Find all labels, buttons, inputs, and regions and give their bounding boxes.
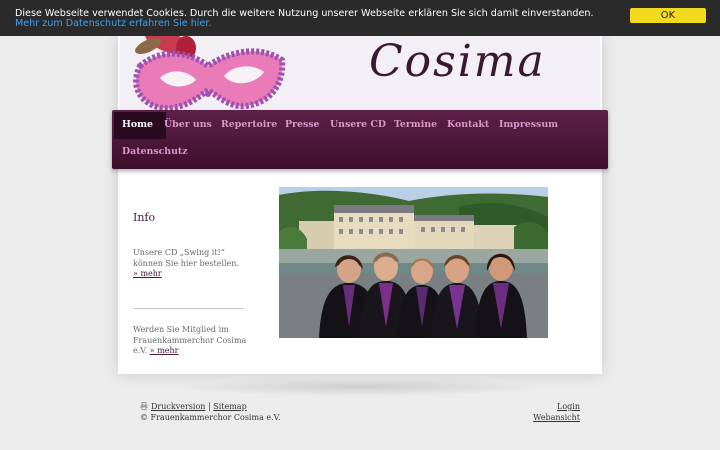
- nav-item-termine[interactable]: Termine: [394, 118, 437, 132]
- member-more-link[interactable]: » mehr: [150, 346, 179, 355]
- content-shadow: [170, 378, 550, 396]
- nav-item-repertoire[interactable]: Repertoire: [221, 118, 277, 132]
- nav-item-ueber-uns[interactable]: Über uns: [164, 118, 212, 132]
- nav-item-presse[interactable]: Presse: [285, 118, 319, 132]
- footer-links-row: Druckversion | Sitemap: [140, 402, 281, 413]
- nav-item-unsere-cd[interactable]: Unsere CD: [330, 118, 386, 132]
- footer-copyright: © Frauenkammerchor Cosima e.V.: [140, 412, 281, 422]
- cookie-message: Diese Webseite verwendet Cookies. Durch …: [15, 9, 605, 29]
- site-header: Cosima: [120, 36, 600, 110]
- main-navigation: Home Über uns Repertoire Presse Unsere C…: [112, 110, 608, 169]
- site-logo-text[interactable]: Cosima: [369, 36, 546, 88]
- nav-item-impressum[interactable]: Impressum: [499, 118, 558, 132]
- footer-right: Login Webansicht: [533, 402, 580, 423]
- cookie-privacy-link[interactable]: Mehr zum Datenschutz erfahren Sie hier.: [15, 18, 211, 29]
- cookie-bar: Diese Webseite verwendet Cookies. Durch …: [0, 0, 720, 36]
- member-info-block: Werden Sie Mitglied im Frauenkammerchor …: [133, 325, 248, 357]
- cookie-ok-button[interactable]: OK: [630, 8, 706, 23]
- footer-left: Druckversion | Sitemap © Frauenkammercho…: [140, 402, 281, 423]
- printer-icon: [140, 402, 148, 410]
- login-link[interactable]: Login: [557, 402, 580, 411]
- carnival-mask-icon: [133, 36, 286, 110]
- print-version-link[interactable]: Druckversion: [151, 402, 205, 411]
- sidebar-divider: [133, 308, 244, 309]
- cd-more-link[interactable]: » mehr: [133, 269, 162, 278]
- footer-separator: |: [207, 402, 211, 411]
- sitemap-link[interactable]: Sitemap: [213, 402, 246, 411]
- nav-item-kontakt[interactable]: Kontakt: [447, 118, 489, 132]
- cd-info-block: Unsere CD „Swing it!“ können Sie hier be…: [133, 248, 248, 280]
- main-content: Info Unsere CD „Swing it!“ können Sie hi…: [120, 176, 600, 372]
- cd-info-text: Unsere CD „Swing it!“ können Sie hier be…: [133, 248, 239, 268]
- web-view-link[interactable]: Webansicht: [533, 413, 580, 422]
- choir-photo: [279, 187, 548, 338]
- nav-item-home[interactable]: Home: [122, 118, 153, 132]
- nav-item-datenschutz[interactable]: Datenschutz: [122, 145, 188, 159]
- sidebar-title: Info: [133, 211, 156, 224]
